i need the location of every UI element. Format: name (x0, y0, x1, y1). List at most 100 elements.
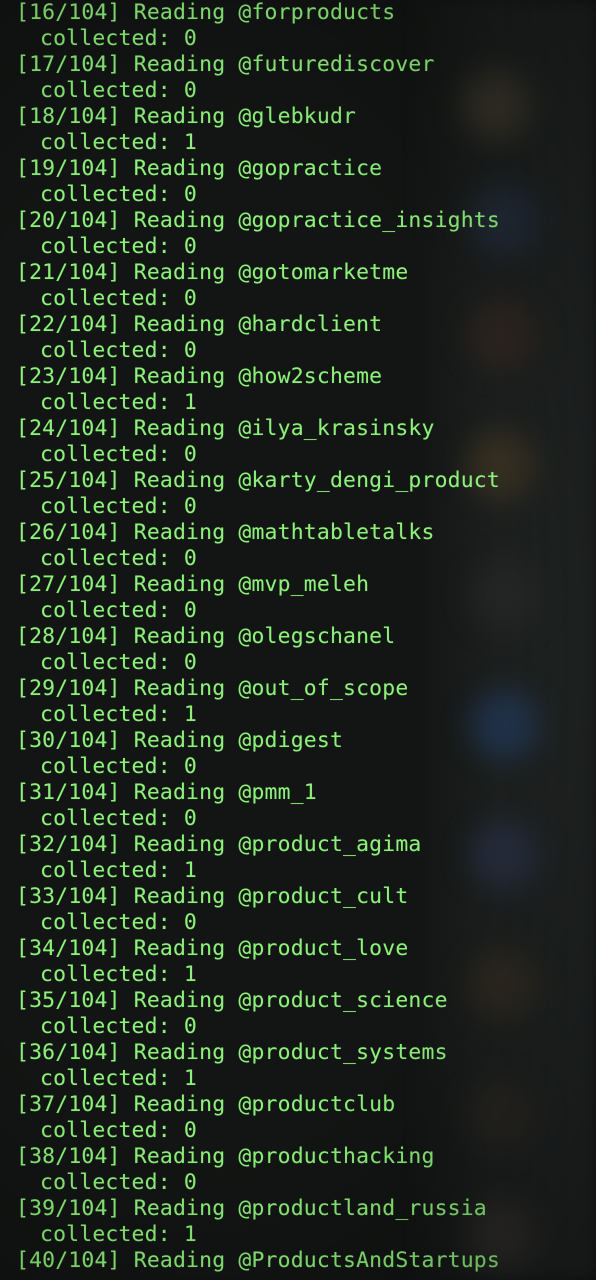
collected-label: collected: (40, 910, 171, 935)
log-line-reading: [16/104] Reading @forproducts (16, 0, 395, 26)
log-line-reading: [32/104] Reading @product_agima (16, 832, 422, 858)
terminal-output: [16/104] Reading @forproducts collected: … (0, 0, 596, 1280)
log-line-reading: [27/104] Reading @mvp_meleh (16, 572, 369, 598)
collected-label: collected: (40, 1222, 171, 1247)
log-verb: Reading (133, 1248, 226, 1273)
log-line-collected: collected: 0 (40, 78, 197, 104)
log-line-reading: [38/104] Reading @producthacking (16, 1144, 435, 1170)
collected-count: 0 (183, 754, 197, 779)
log-progress: [24/104] (16, 416, 121, 441)
collected-count: 0 (183, 1170, 197, 1195)
log-verb: Reading (133, 312, 226, 337)
log-progress: [32/104] (16, 832, 121, 857)
log-verb: Reading (133, 156, 226, 181)
collected-label: collected: (40, 1066, 171, 1091)
log-line-collected: collected: 0 (40, 754, 197, 780)
log-channel: @karty_dengi_product (238, 468, 500, 493)
log-line-reading: [39/104] Reading @productland_russia (16, 1196, 487, 1222)
log-channel: @product_agima (238, 832, 422, 857)
log-progress: [26/104] (16, 520, 121, 545)
log-line-collected: collected: 1 (40, 1066, 197, 1092)
log-verb: Reading (133, 104, 226, 129)
log-line-reading: [25/104] Reading @karty_dengi_product (16, 468, 500, 494)
log-channel: @forproducts (238, 0, 396, 25)
log-progress: [17/104] (16, 52, 121, 77)
log-line-reading: [34/104] Reading @product_love (16, 936, 408, 962)
log-progress: [31/104] (16, 780, 121, 805)
collected-label: collected: (40, 754, 171, 779)
log-progress: [30/104] (16, 728, 121, 753)
log-verb: Reading (133, 364, 226, 389)
collected-label: collected: (40, 182, 171, 207)
log-verb: Reading (133, 624, 226, 649)
log-line-collected: collected: 0 (40, 182, 197, 208)
log-channel: @futurediscover (238, 52, 435, 77)
log-line-collected: collected: 0 (40, 234, 197, 260)
log-line-reading: [40/104] Reading @ProductsAndStartups (16, 1248, 500, 1274)
collected-count: 0 (183, 338, 197, 363)
log-line-reading: [30/104] Reading @pdigest (16, 728, 343, 754)
collected-count: 0 (183, 182, 197, 207)
collected-count: 1 (183, 858, 197, 883)
log-channel: @glebkudr (238, 104, 357, 129)
log-progress: [19/104] (16, 156, 121, 181)
log-progress: [18/104] (16, 104, 121, 129)
log-verb: Reading (133, 1040, 226, 1065)
log-channel: @product_cult (238, 884, 409, 909)
log-verb: Reading (133, 884, 226, 909)
log-channel: @out_of_scope (238, 676, 409, 701)
collected-count: 0 (183, 546, 197, 571)
log-line-collected: collected: 0 (40, 910, 197, 936)
log-progress: [16/104] (16, 0, 121, 25)
log-verb: Reading (133, 572, 226, 597)
log-line-reading: [19/104] Reading @gopractice (16, 156, 382, 182)
collected-label: collected: (40, 234, 171, 259)
collected-count: 1 (183, 1066, 197, 1091)
log-line-reading: [20/104] Reading @gopractice_insights (16, 208, 500, 234)
log-channel: @productclub (238, 1092, 396, 1117)
log-channel: @gotomarketme (238, 260, 409, 285)
log-channel: @ilya_krasinsky (238, 416, 435, 441)
collected-label: collected: (40, 390, 171, 415)
collected-label: collected: (40, 1170, 171, 1195)
collected-count: 0 (183, 442, 197, 467)
log-progress: [25/104] (16, 468, 121, 493)
log-channel: @producthacking (238, 1144, 435, 1169)
log-line-collected: collected: 1 (40, 390, 197, 416)
collected-count: 0 (183, 650, 197, 675)
log-progress: [33/104] (16, 884, 121, 909)
screen: [16/104] Reading @forproducts collected: … (0, 0, 596, 1280)
log-line-collected: collected: 0 (40, 650, 197, 676)
log-line-reading: [18/104] Reading @glebkudr (16, 104, 356, 130)
collected-count: 0 (183, 1014, 197, 1039)
log-progress: [22/104] (16, 312, 121, 337)
collected-count: 0 (183, 26, 197, 51)
log-verb: Reading (133, 1092, 226, 1117)
log-channel: @gopractice (238, 156, 383, 181)
log-progress: [23/104] (16, 364, 121, 389)
log-line-reading: [33/104] Reading @product_cult (16, 884, 408, 910)
collected-count: 1 (183, 962, 197, 987)
collected-label: collected: (40, 806, 171, 831)
log-line-collected: collected: 0 (40, 1118, 197, 1144)
log-channel: @product_love (238, 936, 409, 961)
log-line-collected: collected: 0 (40, 26, 197, 52)
collected-count: 0 (183, 598, 197, 623)
log-channel: @mathtabletalks (238, 520, 435, 545)
collected-count: 0 (183, 910, 197, 935)
log-verb: Reading (133, 260, 226, 285)
log-line-reading: [36/104] Reading @product_systems (16, 1040, 448, 1066)
log-line-collected: collected: 1 (40, 962, 197, 988)
collected-count: 0 (183, 78, 197, 103)
collected-label: collected: (40, 286, 171, 311)
log-channel: @olegschanel (238, 624, 396, 649)
log-channel: @productland_russia (238, 1196, 487, 1221)
log-channel: @ProductsAndStartups (238, 1248, 500, 1273)
log-line-reading: [31/104] Reading @pmm_1 (16, 780, 317, 806)
log-channel: @product_science (238, 988, 448, 1013)
log-verb: Reading (133, 52, 226, 77)
log-verb: Reading (133, 988, 226, 1013)
log-verb: Reading (133, 676, 226, 701)
log-progress: [34/104] (16, 936, 121, 961)
collected-label: collected: (40, 962, 171, 987)
